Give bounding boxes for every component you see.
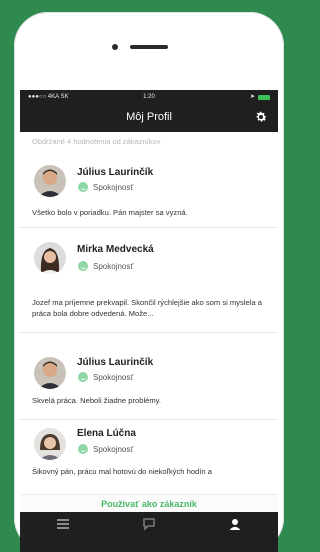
smile-icon: [78, 261, 88, 271]
location-icon: ➤: [249, 94, 255, 100]
smile-icon: [78, 182, 88, 192]
camera: [112, 44, 118, 50]
rating-label: Spokojnosť: [93, 444, 134, 454]
rating-label: Spokojnosť: [93, 261, 134, 271]
page-title: Môj Profil: [126, 111, 172, 123]
rating-badge: Spokojnosť: [78, 372, 133, 382]
rating-badge: Spokojnosť: [78, 444, 133, 454]
rating-label: Spokojnosť: [93, 372, 134, 382]
reviewer-name: Elena Lúčna: [77, 428, 136, 439]
status-indicators: ➤: [250, 90, 270, 104]
review-text: Šikovný pán, prácu mal hotovú do niekoľk…: [32, 467, 212, 476]
tab-bar: [20, 512, 278, 552]
rating-badge: Spokojnosť: [78, 261, 133, 271]
tab-list[interactable]: [20, 512, 106, 552]
smile-icon: [78, 444, 88, 454]
list-icon: [57, 519, 69, 529]
smile-icon: [78, 372, 88, 382]
review-item[interactable]: Mirka Medvecká Spokojnosť Jozef ma príje…: [20, 228, 278, 333]
battery-icon: [258, 94, 270, 100]
review-item[interactable]: Július Laurinčík Spokojnosť Všetko bolo …: [20, 151, 278, 228]
reviewer-name: Július Laurinčík: [77, 167, 154, 178]
screen: ●●●○○ 4KA SK 1:20 ➤ Môj Profil Obdržané …: [20, 90, 278, 552]
reviewer-name: Mirka Medvecká: [77, 244, 154, 255]
avatar: [34, 428, 66, 460]
rating-label: Spokojnosť: [93, 182, 134, 192]
avatar: [34, 357, 66, 389]
rating-badge: Spokojnosť: [78, 182, 133, 192]
tab-profile[interactable]: [192, 512, 278, 552]
review-text: Jozef ma príjemne prekvapil. Skončil rýc…: [32, 298, 263, 318]
gear-icon[interactable]: [254, 110, 268, 124]
avatar: [34, 165, 66, 197]
review-item[interactable]: Július Laurinčík Spokojnosť Skvelá práca…: [20, 333, 278, 420]
review-text: Všetko bolo v poriadku. Pán majster sa v…: [32, 208, 188, 217]
nav-bar: Môj Profil: [20, 104, 278, 132]
status-time: 1:20: [143, 94, 155, 100]
status-bar: ●●●○○ 4KA SK 1:20 ➤: [20, 90, 278, 104]
speaker: [130, 45, 168, 49]
review-text: Skvelá práca. Neboli žiadne problémy.: [32, 396, 162, 405]
reviews-count-label: Obdržané 4 hodnotenia od zákazníkov: [32, 137, 161, 146]
profile-icon: [229, 519, 241, 530]
reviewer-name: Július Laurinčík: [77, 357, 154, 368]
use-as-customer-button[interactable]: Používať ako zákazník: [20, 494, 278, 513]
tab-messages[interactable]: [106, 512, 192, 552]
chat-icon: [143, 518, 155, 531]
avatar: [34, 242, 66, 274]
review-item[interactable]: Elena Lúčna Spokojnosť Šikovný pán, prác…: [20, 420, 278, 496]
phone-frame: ●●●○○ 4KA SK 1:20 ➤ Môj Profil Obdržané …: [14, 12, 284, 552]
